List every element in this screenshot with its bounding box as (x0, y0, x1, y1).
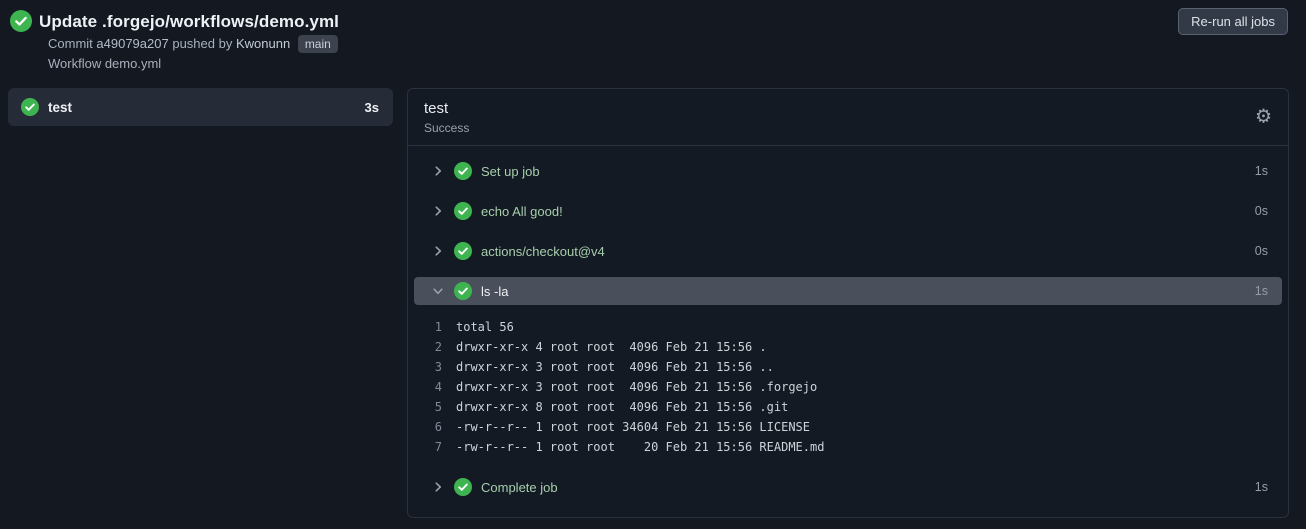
log-line-text: drwxr-xr-x 8 root root 4096 Feb 21 15:56… (456, 400, 789, 414)
chevron-right-icon (431, 204, 445, 218)
log-line-text: total 56 (456, 320, 514, 334)
chevron-right-icon (431, 480, 445, 494)
chevron-right-icon (431, 244, 445, 258)
step: Complete job 1s (414, 467, 1282, 507)
log-line: 2 drwxr-xr-x 4 root root 4096 Feb 21 15:… (414, 337, 1282, 357)
commit-line: Commit a49079a207 pushed by Kwonunn main (48, 34, 1288, 54)
log-line-number[interactable]: 5 (414, 397, 456, 417)
check-circle-icon (21, 98, 39, 116)
chevron-right-icon (431, 164, 445, 178)
step-name: actions/checkout@v4 (481, 243, 605, 259)
log-line-number[interactable]: 6 (414, 417, 456, 437)
log-line-number[interactable]: 3 (414, 357, 456, 377)
check-circle-icon (454, 202, 472, 220)
job-panel-header: test Success ⚙ (408, 89, 1288, 146)
step-header[interactable]: ls -la 1s (414, 277, 1282, 305)
step-duration: 0s (1254, 204, 1268, 218)
pushed-by-label: pushed by (172, 36, 233, 51)
step-header[interactable]: Set up job 1s (414, 151, 1282, 191)
log-line: 5 drwxr-xr-x 8 root root 4096 Feb 21 15:… (414, 397, 1282, 417)
steps-list: Set up job 1s echo All good! 0s actions/… (408, 146, 1288, 517)
log-line: 4 drwxr-xr-x 3 root root 4096 Feb 21 15:… (414, 377, 1282, 397)
step-header[interactable]: actions/checkout@v4 0s (414, 231, 1282, 271)
log-line-text: -rw-r--r-- 1 root root 20 Feb 21 15:56 R… (456, 440, 825, 454)
log-line-number[interactable]: 7 (414, 437, 456, 457)
commit-author-link[interactable]: Kwonunn (236, 36, 290, 51)
branch-badge[interactable]: main (297, 35, 338, 53)
log-line-number[interactable]: 2 (414, 337, 456, 357)
check-circle-icon (454, 162, 472, 180)
step: echo All good! 0s (414, 191, 1282, 231)
check-circle-icon (454, 478, 472, 496)
step: actions/checkout@v4 0s (414, 231, 1282, 271)
log-line-text: -rw-r--r-- 1 root root 34604 Feb 21 15:5… (456, 420, 811, 434)
run-header: Update .forgejo/workflows/demo.yml Commi… (0, 0, 1306, 80)
step-duration: 1s (1254, 284, 1268, 298)
step-name: Complete job (481, 479, 558, 495)
step-duration: 1s (1254, 480, 1268, 494)
step-name: Set up job (481, 163, 540, 179)
log-line-text: drwxr-xr-x 3 root root 4096 Feb 21 15:56… (456, 360, 774, 374)
workflow-line: Workflow demo.yml (48, 56, 162, 71)
log-line: 1 total 56 (414, 317, 1282, 337)
log-line: 3 drwxr-xr-x 3 root root 4096 Feb 21 15:… (414, 357, 1282, 377)
step: ls -la 1s 1 total 56 2 drwxr-xr-x 4 root… (414, 277, 1282, 467)
job-panel: test Success ⚙ Set up job 1s echo All go… (407, 88, 1289, 518)
run-status-check-circle-icon (10, 10, 32, 32)
step-duration: 0s (1254, 244, 1268, 258)
job-duration: 3s (364, 99, 379, 115)
job-panel-status: Success (424, 121, 470, 135)
jobs-sidebar: test 3s (8, 88, 393, 126)
log-line: 7 -rw-r--r-- 1 root root 20 Feb 21 15:56… (414, 437, 1282, 457)
log-line-text: drwxr-xr-x 3 root root 4096 Feb 21 15:56… (456, 380, 818, 394)
job-name: test (48, 99, 73, 115)
rerun-all-jobs-button[interactable]: Re-run all jobs (1178, 8, 1288, 35)
log-line-number[interactable]: 4 (414, 377, 456, 397)
commit-label: Commit (48, 36, 93, 51)
step-header[interactable]: Complete job 1s (414, 467, 1282, 507)
step-duration: 1s (1254, 164, 1268, 178)
run-title: Update .forgejo/workflows/demo.yml (39, 12, 339, 31)
sidebar-job-item-test[interactable]: test 3s (8, 88, 393, 126)
log-line-number[interactable]: 1 (414, 317, 456, 337)
step-name: ls -la (481, 283, 509, 299)
check-circle-icon (454, 282, 472, 300)
gear-icon[interactable]: ⚙ (1255, 107, 1272, 127)
step-header[interactable]: echo All good! 0s (414, 191, 1282, 231)
step: Set up job 1s (414, 151, 1282, 191)
content: test 3s test Success ⚙ Set up job 1s ech… (0, 80, 1306, 518)
commit-sha-link[interactable]: a49079a207 (96, 36, 168, 51)
log-line: 6 -rw-r--r-- 1 root root 34604 Feb 21 15… (414, 417, 1282, 437)
check-circle-icon (454, 242, 472, 260)
step-logs: 1 total 56 2 drwxr-xr-x 4 root root 4096… (414, 311, 1282, 467)
job-panel-title: test (424, 100, 449, 117)
step-name: echo All good! (481, 203, 563, 219)
chevron-right-icon (431, 284, 445, 298)
log-line-text: drwxr-xr-x 4 root root 4096 Feb 21 15:56… (456, 340, 767, 354)
